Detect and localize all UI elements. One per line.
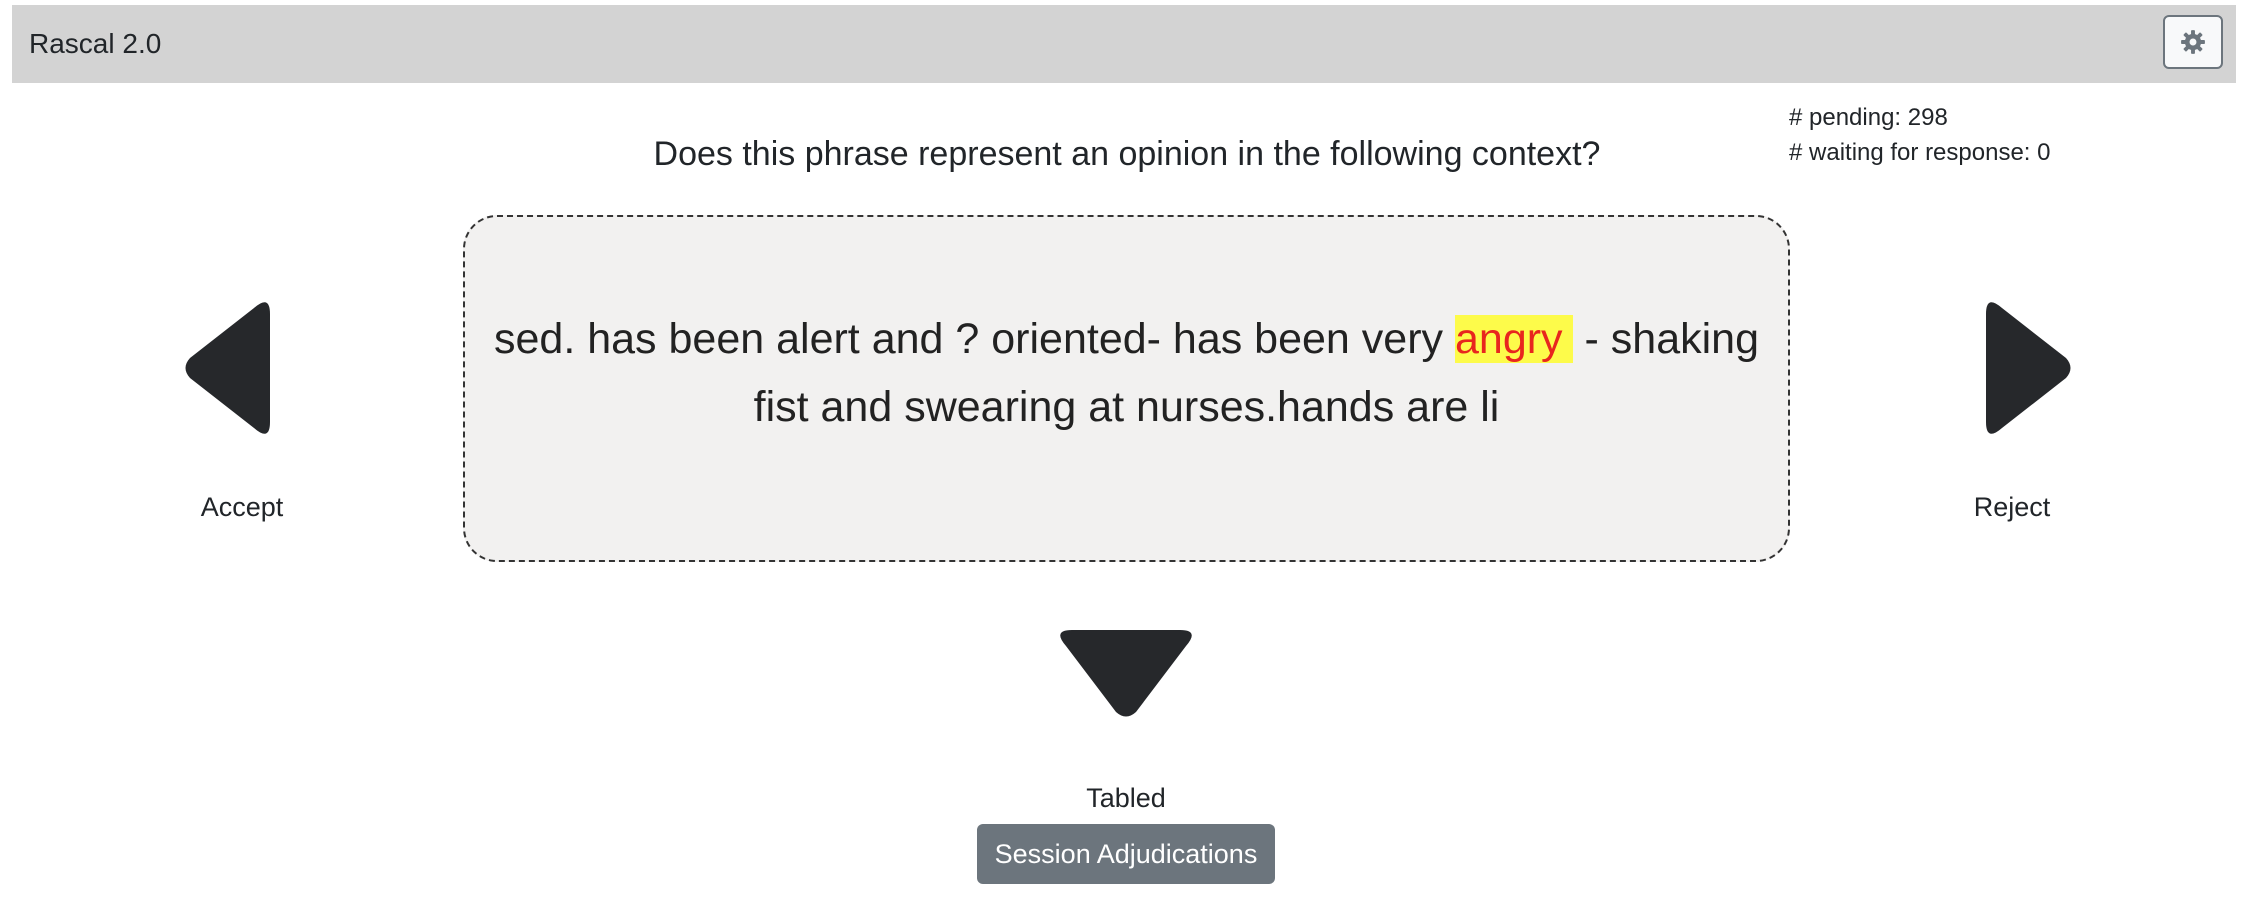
context-panel: sed. has been alert and ? oriented- has … [463, 215, 1790, 562]
settings-button[interactable] [2163, 15, 2223, 69]
tabled-label[interactable]: Tabled [1066, 781, 1186, 815]
accept-label[interactable]: Accept [180, 490, 304, 524]
highlighted-phrase: angry [1454, 314, 1573, 363]
top-navbar: Rascal 2.0 [12, 5, 2236, 83]
waiting-count: # waiting for response: 0 [1789, 139, 2051, 166]
arrow-left-icon [185, 302, 270, 434]
reject-label[interactable]: Reject [1950, 490, 2074, 524]
arrow-down-icon [1060, 630, 1192, 717]
arrow-right-icon [1986, 302, 2071, 434]
context-before: sed. has been alert and ? oriented- has … [494, 314, 1455, 363]
question-prompt: Does this phrase represent an opinion in… [653, 135, 1601, 173]
pending-count: # pending: 298 [1789, 104, 1948, 131]
accept-arrow-button[interactable] [178, 292, 278, 444]
reject-arrow-button[interactable] [1978, 292, 2078, 444]
app-title: Rascal 2.0 [29, 28, 162, 59]
gear-icon [2181, 30, 2205, 54]
queue-counters: # pending: 298 # waiting for response: 0 [1789, 100, 2050, 170]
tabled-arrow-button[interactable] [1050, 628, 1202, 720]
session-adjudications-button[interactable]: Session Adjudications [977, 824, 1275, 884]
context-text: sed. has been alert and ? oriented- has … [465, 305, 1788, 441]
